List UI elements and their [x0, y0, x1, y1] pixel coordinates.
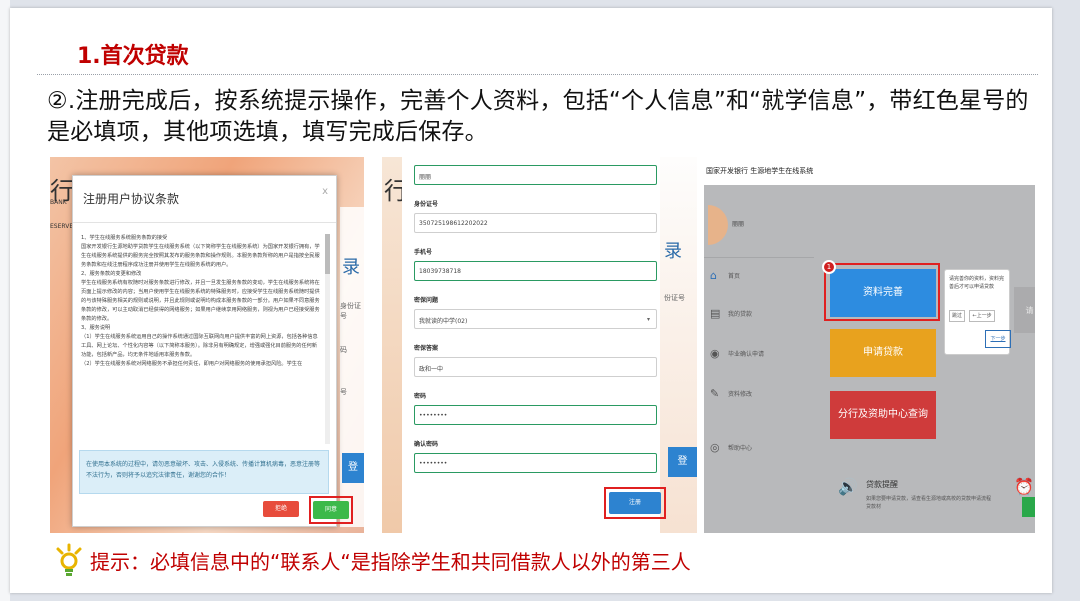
password-label: 密码	[414, 393, 427, 400]
dotted-divider	[37, 74, 1038, 75]
sidebar-item-label: 首页	[728, 273, 741, 280]
sidebar-item-graduation[interactable]: ◉ 毕业确认申请	[710, 347, 764, 360]
terms-scrollbar[interactable]	[325, 234, 330, 444]
lightbulb-icon	[56, 543, 82, 576]
answer-label: 密保答案	[414, 345, 439, 352]
login-button-partial[interactable]: 登	[668, 447, 697, 477]
loan-reminder-text: 如果您要申请贷款，请查看生源地或高校的贷款申请流程 贷款材	[866, 495, 996, 511]
edit-icon: ✎	[710, 387, 720, 400]
modal-divider	[73, 222, 336, 223]
terms-line: 国家开发银行生源地助学贷款学生在线服务系统（以下简称学生在线服务系统）为国家开发…	[81, 244, 320, 268]
sidebar-item-help[interactable]: ◎ 帮助中心	[710, 441, 752, 454]
instruction-paragraph: ②.注册完成后，按系统提示操作，完善个人资料，包括“个人信息”和“就学信息”，带…	[47, 88, 1029, 145]
hint-row: 提示：必填信息中的“联系人“是指除学生和共同借款人以外的第三人	[52, 543, 691, 577]
sidebar-item-home[interactable]: ⌂ 首页	[710, 269, 740, 282]
prev-step-button[interactable]: ←上一步	[969, 310, 995, 322]
bank-logo-sub: BANK	[50, 199, 67, 206]
guide-tooltip: 请完善你的资料，资料完善后才可以申请贷款 跳过 ←上一步 下一步	[944, 269, 1011, 355]
terms-line: 2、服务条款的变更和修改	[81, 271, 142, 277]
profile-complete-card[interactable]: 资料完善	[830, 269, 936, 317]
slide: 1.首次贷款 ②.注册完成后，按系统提示操作，完善个人资料，包括“个人信息”和“…	[10, 8, 1052, 593]
graduation-icon: ◉	[710, 347, 720, 360]
speaker-icon: 🔊	[838, 477, 858, 496]
sidebar-item-label: 帮助中心	[728, 445, 753, 452]
home-icon: ⌂	[710, 269, 717, 282]
terms-line: 1、学生在线服务系统服务条款的接受	[81, 235, 168, 241]
security-question-select[interactable]: 我就读的中学(02) ▾	[414, 309, 657, 329]
right-side-tab[interactable]: 请	[1014, 287, 1035, 333]
name-input[interactable]: 丽丽	[414, 165, 657, 185]
sidebar-item-label: 我的贷款	[728, 311, 753, 318]
loan-reminder-line: 贷款材	[866, 504, 882, 510]
login-field-label: 号	[340, 388, 347, 396]
slide-title: 1.首次贷款	[77, 44, 189, 69]
select-value: 我就读的中学(02)	[419, 318, 468, 325]
terms-line: （1）学生在线服务系统运用自己的操作系统通过国际互联网向用户提供丰富的网上资源，…	[81, 334, 318, 358]
hint-text: 提示：必填信息中的“联系人“是指除学生和共同借款人以外的第三人	[90, 549, 691, 574]
branch-query-card[interactable]: 分行及资助中心查询	[830, 391, 936, 439]
security-answer-input[interactable]: 政和一中	[414, 357, 657, 377]
close-icon[interactable]: x	[322, 186, 328, 197]
question-label: 密保问题	[414, 297, 439, 304]
document-icon: ▤	[710, 307, 721, 320]
password-input[interactable]: ••••••••	[414, 405, 657, 425]
bank-logo-sub2: ESERVE	[50, 223, 74, 230]
sidebar-item-my-loans[interactable]: ▤ 我的贷款	[710, 307, 752, 320]
sidebar-divider	[704, 257, 814, 258]
login-field-label: 码	[340, 346, 347, 354]
terms-text: 1、学生在线服务系统服务条款的接受 国家开发银行生源地助学贷款学生在线服务系统（…	[81, 234, 321, 444]
background-left	[382, 157, 404, 533]
sidebar-item-label: 资料修改	[728, 391, 753, 398]
username: 丽丽	[732, 221, 745, 228]
warning-notice: 在使用本系统的过程中，请勿恶意破坏、攻击、入侵系统、传播计算机病毒，恶意注册等不…	[79, 450, 329, 494]
tooltip-text: 请完善你的资料，资料完善后才可以申请贷款	[949, 276, 1005, 290]
chevron-down-icon: ▾	[646, 316, 650, 323]
terms-line: （2）学生在线服务系统对网络服务不承担任何责任，即用户对网络服务的使用承担风险。…	[81, 361, 303, 367]
green-widget	[1022, 497, 1035, 517]
login-heading-partial: 录	[342, 257, 360, 278]
header-title: 国家开发银行 生源地学生在线系统	[706, 167, 814, 175]
next-step-button[interactable]: 下一步	[989, 334, 1007, 344]
screenshot-register-form: 行 录 份证号 登 丽丽 身份证号 350725198612202022 手机号…	[382, 157, 697, 533]
skip-button[interactable]: 跳过	[949, 310, 965, 322]
alarm-icon: ⏰	[1014, 477, 1034, 496]
register-form: 丽丽 身份证号 350725198612202022 手机号 180397387…	[402, 157, 660, 533]
agree-button[interactable]: 同意	[313, 501, 349, 519]
apply-loan-card[interactable]: 申请贷款	[830, 329, 936, 377]
sidebar-item-label: 毕业确认申请	[728, 351, 765, 358]
terms-line: 3、服务说明	[81, 325, 111, 331]
loan-reminder-line: 如果您要申请贷款，请查看生源地或高校的贷款申请流程	[866, 496, 992, 502]
loan-reminder-title: 贷款提醒	[866, 480, 898, 489]
refuse-button[interactable]: 拒绝	[263, 501, 299, 517]
register-button[interactable]: 注册	[609, 492, 661, 514]
login-field-label: 份证号	[664, 294, 685, 302]
header-bar: 国家开发银行 生源地学生在线系统	[704, 157, 1035, 185]
sidebar-item-profile-edit[interactable]: ✎ 资料修改	[710, 387, 752, 400]
login-heading-partial: 录	[664, 241, 682, 262]
step-badge: 1	[822, 260, 836, 274]
background-window-edge	[0, 0, 10, 601]
login-button-partial[interactable]: 登	[342, 453, 364, 483]
terms-line: 学生在线服务系统有权随时对服务条款进行修改，并且一旦发生服务条款的变动，学生在线…	[81, 280, 320, 322]
confirm-password-label: 确认密码	[414, 441, 439, 448]
phone-input[interactable]: 18039738718	[414, 261, 657, 281]
login-field-label: 身份证号	[340, 302, 361, 320]
id-number-input[interactable]: 350725198612202022	[414, 213, 657, 233]
scrollbar-thumb[interactable]	[325, 234, 330, 274]
modal-title: 注册用户协议条款	[83, 192, 180, 206]
agreement-modal: 注册用户协议条款 x 1、学生在线服务系统服务条款的接受 国家开发银行生源地助学…	[72, 175, 353, 527]
help-icon: ◎	[710, 441, 720, 454]
screenshot-agreement: 行 BANK ESERVE 录 身份证号 码 号 登 注册用户协议条款 x 1、…	[50, 157, 364, 533]
id-label: 身份证号	[414, 201, 439, 208]
screenshot-dashboard-guide: 国家开发银行 生源地学生在线系统 丽丽 ⌂ 首页 ▤ 我的贷款 ◉ 毕业确认申请…	[704, 157, 1035, 533]
phone-label: 手机号	[414, 249, 433, 256]
confirm-password-input[interactable]: ••••••••	[414, 453, 657, 473]
